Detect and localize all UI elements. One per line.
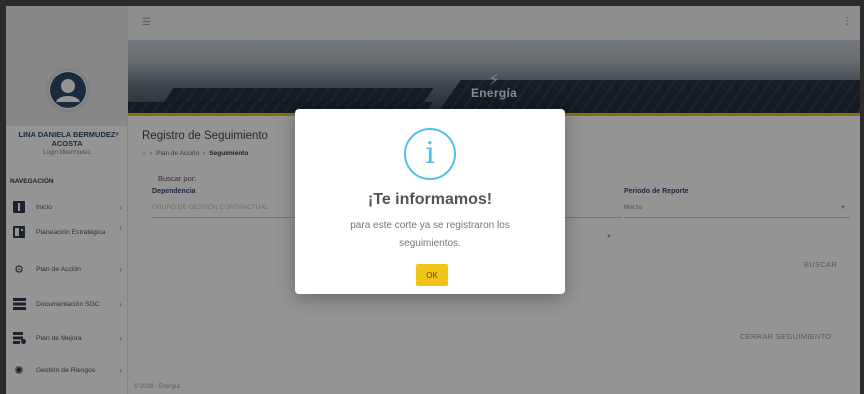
ok-button[interactable]: OK — [416, 264, 448, 286]
dialog-message: para este corte ya se registraron los se… — [350, 220, 510, 249]
dialog-title: ¡Te informamos! — [367, 191, 493, 208]
app-window: LINA DANIELA BERMUDEZ ACOSTA ▼ Login ldb… — [6, 6, 860, 394]
info-icon: i — [404, 128, 456, 180]
info-dialog: i ¡Te informamos! para este corte ya se … — [295, 109, 565, 294]
